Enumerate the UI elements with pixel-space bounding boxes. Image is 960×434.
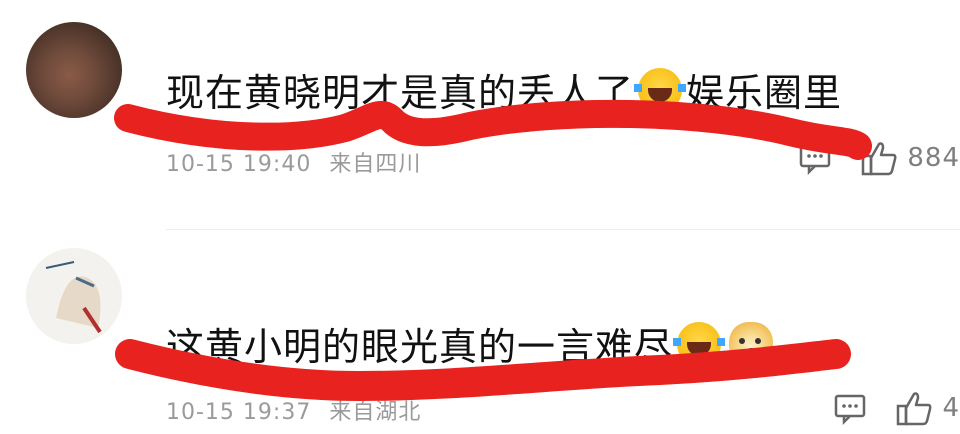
avatar[interactable] bbox=[26, 248, 122, 344]
comment-text: 现在黄晓明才是真的丢人了 娱乐圈里 bbox=[166, 62, 842, 117]
comment-time: 10-15 19:37 bbox=[166, 400, 312, 425]
comment-actions: 884 bbox=[771, 138, 960, 178]
reply-icon bbox=[800, 144, 831, 176]
comment-item: 现在黄晓明才是真的丢人了 娱乐圈里 10-15 19:40 来自四川 884 bbox=[0, 0, 960, 230]
thumbs-up-icon bbox=[897, 392, 932, 426]
laugh-emoji-icon bbox=[673, 322, 726, 366]
reply-button[interactable] bbox=[797, 140, 833, 176]
comment-meta: 10-15 19:40 来自四川 bbox=[166, 146, 421, 178]
comment-time: 10-15 19:40 bbox=[166, 152, 312, 177]
avatar-illustration-icon bbox=[45, 261, 102, 334]
like-count: 884 bbox=[907, 143, 960, 173]
comment-body: 这黄小明的眼光真的一言难尽 bbox=[166, 325, 674, 369]
comment-location: 来自湖北 bbox=[329, 400, 422, 425]
reply-button[interactable] bbox=[832, 390, 868, 426]
comment-body: 现在黄晓明才是真的丢人了 bbox=[166, 71, 635, 115]
comment-text: 这黄小明的眼光真的一言难尽 bbox=[166, 316, 777, 371]
comment-body-suffix: 娱乐圈里 bbox=[686, 71, 843, 115]
like-button[interactable]: 884 bbox=[859, 138, 960, 178]
reply-icon bbox=[835, 394, 866, 426]
thumbs-up-icon bbox=[862, 142, 897, 176]
like-button[interactable]: 4 bbox=[894, 388, 960, 428]
comment-item: 这黄小明的眼光真的一言难尽 10-15 19:37 来自湖北 4 bbox=[0, 230, 960, 434]
avatar[interactable] bbox=[26, 22, 122, 118]
like-count: 4 bbox=[942, 393, 960, 423]
comment-meta: 10-15 19:37 来自湖北 bbox=[166, 394, 421, 426]
comment-actions: 4 bbox=[806, 388, 960, 428]
comment-location: 来自四川 bbox=[329, 152, 422, 177]
doge-emoji-icon bbox=[729, 322, 774, 366]
laugh-emoji-icon bbox=[634, 68, 687, 112]
